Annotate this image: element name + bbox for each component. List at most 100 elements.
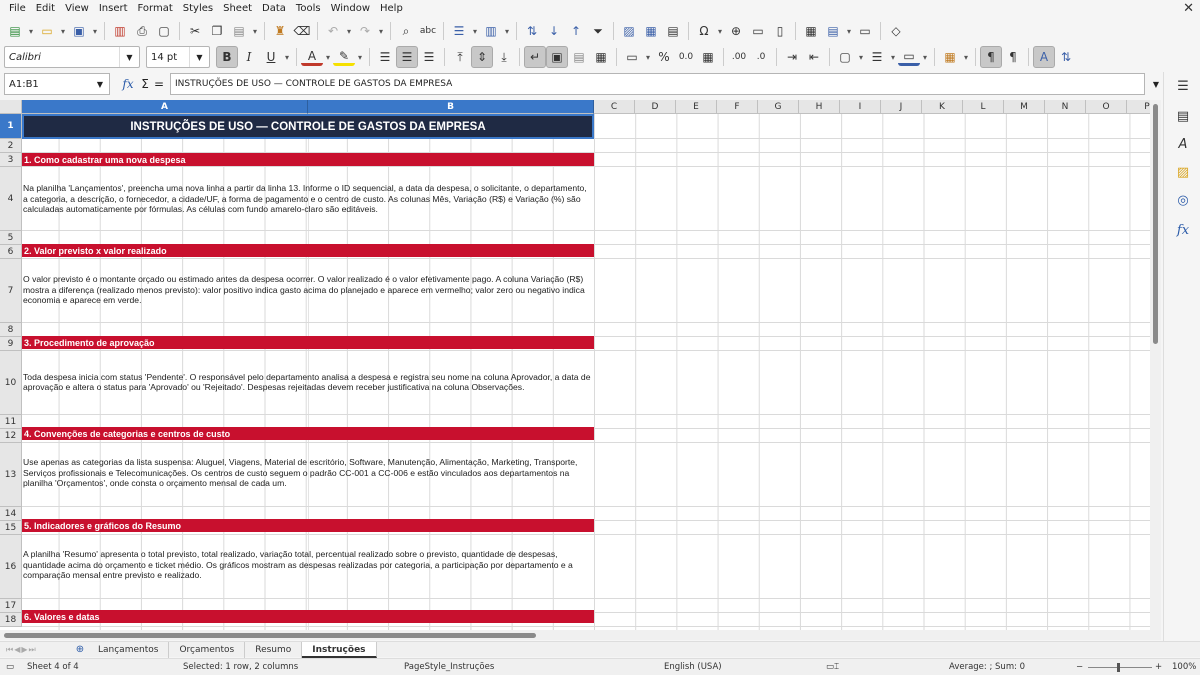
select-all-corner[interactable] [0, 100, 22, 114]
save-icon[interactable]: ▣ [68, 20, 90, 42]
font-color-dropdown-icon[interactable]: ▾ [323, 46, 333, 68]
conditional-dropdown-icon[interactable]: ▾ [961, 46, 971, 68]
align-bottom-icon[interactable]: ⤓ [493, 46, 515, 68]
new-icon[interactable]: ▤ [4, 20, 26, 42]
row-header-11[interactable]: 11 [0, 415, 22, 429]
export-pdf-icon[interactable]: ▥ [109, 20, 131, 42]
section-heading[interactable]: 5. Indicadores e gráficos do Resumo [22, 519, 594, 532]
wrap-text-icon[interactable]: ↵ [524, 46, 546, 68]
align-left-icon[interactable]: ☰ [374, 46, 396, 68]
borders-dropdown-icon[interactable]: ▾ [856, 46, 866, 68]
sort-icon[interactable]: ⇅ [521, 20, 543, 42]
close-document-icon[interactable]: ✕ [1183, 1, 1194, 16]
column-header-a[interactable]: A [22, 100, 308, 114]
text-orientation-vertical-icon[interactable]: ⇅ [1055, 46, 1077, 68]
new-dropdown-icon[interactable]: ▾ [26, 20, 36, 42]
row-header-5[interactable]: 5 [0, 231, 22, 245]
clone-formatting-icon[interactable]: ♜ [269, 20, 291, 42]
sheet-tab-active[interactable]: Instruções [302, 641, 377, 658]
properties-icon[interactable]: ▤ [1173, 106, 1193, 126]
zoom-slider-thumb[interactable] [1117, 663, 1120, 672]
increase-indent-icon[interactable]: ⇥ [781, 46, 803, 68]
expand-formula-bar-icon[interactable]: ▼ [1149, 80, 1163, 89]
undo-icon[interactable]: ↶ [322, 20, 344, 42]
menu-view[interactable]: View [60, 0, 94, 17]
underline-dropdown-icon[interactable]: ▾ [282, 46, 292, 68]
column-header-c[interactable]: C [594, 100, 635, 114]
row-header-12[interactable]: 12 [0, 429, 22, 443]
row-header-17[interactable]: 17 [0, 599, 22, 613]
section-body[interactable]: A planilha 'Resumo' apresenta o total pr… [22, 533, 594, 597]
section-body[interactable]: Toda despesa inicia com status 'Pendente… [22, 350, 594, 414]
title-cell[interactable]: INSTRUÇÕES DE USO — CONTROLE DE GASTOS D… [22, 114, 594, 139]
column-header-d[interactable]: D [635, 100, 676, 114]
column-header-m[interactable]: M [1004, 100, 1045, 114]
menu-format[interactable]: Format [133, 0, 178, 17]
formula-input[interactable]: INSTRUÇÕES DE USO — CONTROLE DE GASTOS D… [170, 73, 1145, 95]
sum-icon[interactable]: Σ [138, 77, 152, 91]
date-format-icon[interactable]: ▦ [697, 46, 719, 68]
name-box[interactable]: A1:B1 ▼ [4, 73, 110, 95]
define-print-area-icon[interactable]: ▦ [800, 20, 822, 42]
column-header-i[interactable]: I [840, 100, 881, 114]
functions-icon[interactable]: fx [1173, 220, 1193, 240]
row-header-10[interactable]: 10 [0, 351, 22, 415]
align-top-icon[interactable]: ⤒ [449, 46, 471, 68]
row-header-18[interactable]: 18 [0, 613, 22, 627]
column-header-k[interactable]: K [922, 100, 963, 114]
menu-styles[interactable]: Styles [178, 0, 218, 17]
column-icon[interactable]: ▥ [480, 20, 502, 42]
column-header-b[interactable]: B [308, 100, 594, 114]
zoom-in-button[interactable]: + [1155, 662, 1162, 672]
styles-icon[interactable]: A [1173, 134, 1193, 154]
special-character-icon[interactable]: Ω [693, 20, 715, 42]
hyperlink-icon[interactable]: ⊕ [725, 20, 747, 42]
currency-dropdown-icon[interactable]: ▾ [643, 46, 653, 68]
copy-icon[interactable]: ❐ [206, 20, 228, 42]
freeze-dropdown-icon[interactable]: ▾ [844, 20, 854, 42]
insert-pivot-table-icon[interactable]: ▤ [662, 20, 684, 42]
sheet-tab[interactable]: Lançamentos [88, 641, 170, 658]
open-dropdown-icon[interactable]: ▾ [58, 20, 68, 42]
freeze-rows-columns-icon[interactable]: ▤ [822, 20, 844, 42]
chevron-down-icon[interactable]: ▼ [91, 74, 109, 94]
language[interactable]: English (USA) [664, 662, 722, 672]
menu-tools[interactable]: Tools [291, 0, 326, 17]
first-sheet-icon[interactable]: ⏮ [6, 645, 14, 655]
row-dropdown-icon[interactable]: ▾ [470, 20, 480, 42]
function-wizard-icon[interactable]: fx [118, 77, 138, 91]
paste-icon[interactable]: ▤ [228, 20, 250, 42]
zoom-slider-track[interactable] [1088, 667, 1152, 668]
chevron-down-icon[interactable]: ▼ [119, 47, 139, 67]
horizontal-scrollbar[interactable] [0, 630, 1161, 640]
cut-icon[interactable]: ✂ [184, 20, 206, 42]
selection-mode-icon[interactable]: ▭⌶ [826, 662, 839, 672]
menu-file[interactable]: File [4, 0, 31, 17]
section-heading[interactable]: 2. Valor previsto x valor realizado [22, 244, 594, 257]
menu-help[interactable]: Help [375, 0, 408, 17]
zoom-out-button[interactable]: − [1076, 662, 1083, 672]
unmerge-cells-icon[interactable]: ▦ [590, 46, 612, 68]
gallery-icon[interactable]: ▨ [1173, 162, 1193, 182]
insert-chart-icon[interactable]: ▦ [640, 20, 662, 42]
row-header-14[interactable]: 14 [0, 507, 22, 521]
headers-footers-icon[interactable]: ▯ [769, 20, 791, 42]
spreadsheet-grid[interactable]: ABCDEFGHIJKLMNOP 1 2 3 4 5 6 7 8 9 10 11 12 13 14 15 16… [0, 100, 1161, 630]
merge-cells-icon[interactable]: ▤ [568, 46, 590, 68]
next-sheet-icon[interactable]: ▶ [21, 645, 28, 654]
percent-format-button[interactable]: % [653, 46, 675, 68]
undo-dropdown-icon[interactable]: ▾ [344, 20, 354, 42]
previous-sheet-icon[interactable]: ◀ [14, 645, 21, 654]
menu-sheet[interactable]: Sheet [218, 0, 257, 17]
row-header-4[interactable]: 4 [0, 167, 22, 231]
document-modified-icon[interactable]: ▭ [6, 662, 14, 672]
redo-icon[interactable]: ↷ [354, 20, 376, 42]
merge-center-icon[interactable]: ▣ [546, 46, 568, 68]
vertical-scrollbar-thumb[interactable] [1153, 104, 1158, 344]
sort-ascending-icon[interactable]: ↓ [543, 20, 565, 42]
border-style-icon[interactable]: ☰ [866, 46, 888, 68]
row-header-3[interactable]: 3 [0, 153, 22, 167]
column-header-l[interactable]: L [963, 100, 1004, 114]
row-icon[interactable]: ☰ [448, 20, 470, 42]
borders-icon[interactable]: ▢ [834, 46, 856, 68]
